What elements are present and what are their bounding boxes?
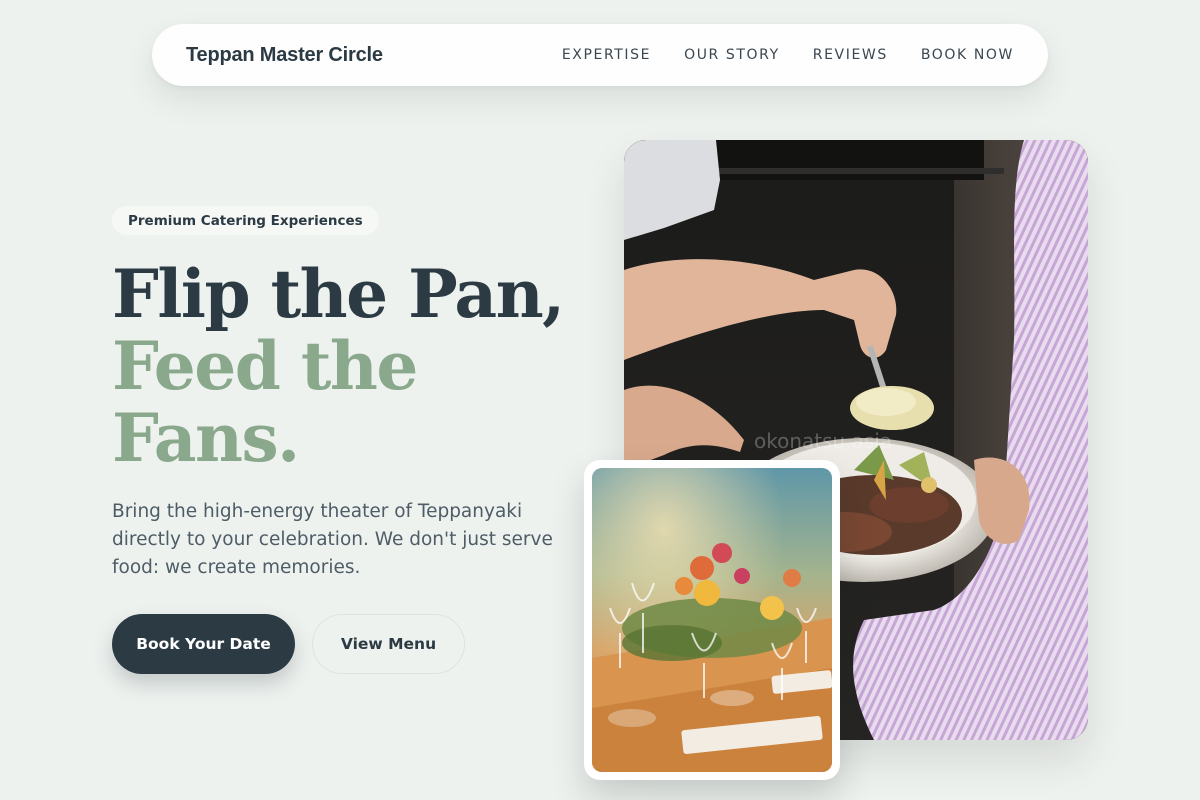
event-photo-card (584, 460, 840, 780)
headline-line-1: Flip the Pan, (112, 255, 565, 333)
event-photo-table-setting (592, 468, 832, 772)
hero-lead-text: Bring the high-energy theater of Teppany… (112, 501, 553, 578)
hero-headline: Flip the Pan, Feed the Fans. (112, 255, 565, 477)
headline-line-2: Feed the (112, 327, 418, 405)
nav-link-expertise[interactable]: EXPERTISE (562, 47, 651, 63)
nav-link-our-story[interactable]: OUR STORY (684, 47, 780, 63)
book-your-date-button[interactable]: Book Your Date (112, 614, 295, 674)
top-nav: Teppan Master Circle EXPERTISE OUR STORY… (152, 24, 1048, 86)
headline-line-3: Fans. (112, 399, 300, 477)
brand-logo[interactable]: Teppan Master Circle (186, 44, 383, 67)
nav-links: EXPERTISE OUR STORY REVIEWS BOOK NOW (562, 47, 1014, 63)
view-menu-button[interactable]: View Menu (312, 614, 465, 674)
watermark-text: okonatsu.asia (754, 429, 892, 453)
nav-link-book-now[interactable]: BOOK NOW (921, 47, 1014, 63)
hero-badge: Premium Catering Experiences (112, 206, 379, 235)
nav-link-reviews[interactable]: REVIEWS (813, 47, 888, 63)
